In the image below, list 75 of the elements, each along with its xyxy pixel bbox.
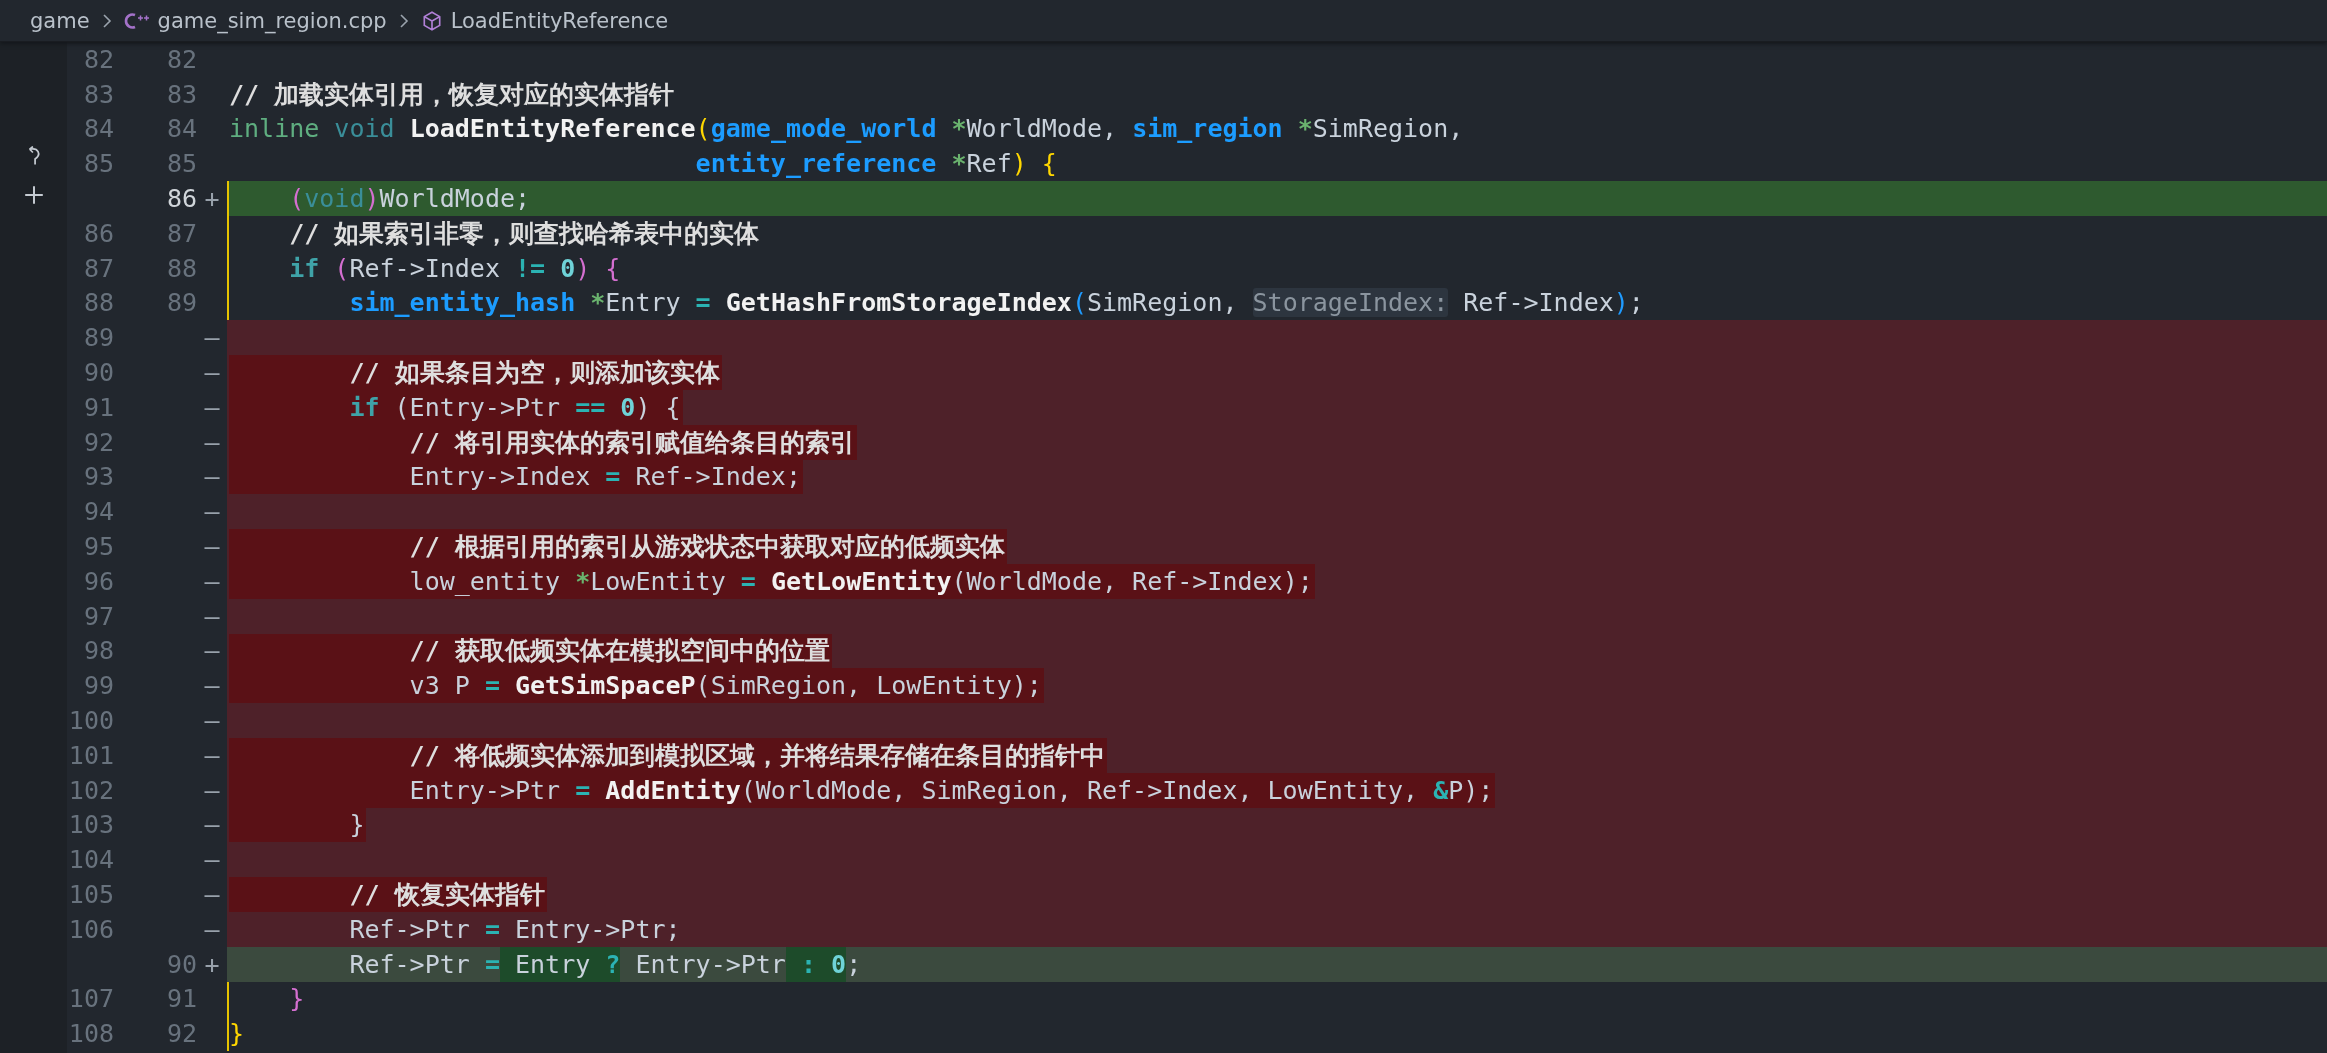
line-number: 93 [82, 461, 114, 494]
diff-marker: — [203, 357, 221, 390]
line-number: 90 [165, 948, 197, 981]
line-number: 102 [67, 774, 114, 807]
chevron-right-icon [398, 12, 409, 29]
line-number: 85 [82, 148, 114, 181]
diff-marker: — [203, 774, 221, 807]
breadcrumb-item[interactable]: LoadEntityReference [450, 8, 669, 33]
code-line: // 加载实体引用，恢复对应的实体指针 [229, 78, 676, 111]
diff-marker: — [203, 531, 221, 564]
code-line: if (Ref->Index != 0) { [288, 252, 622, 285]
line-number: 103 [67, 809, 114, 842]
line-number: 84 [165, 113, 197, 146]
cube-icon [420, 9, 443, 32]
diff-marker: — [203, 913, 221, 946]
diff-marker: — [203, 635, 221, 668]
diff-marker: — [203, 565, 221, 598]
line-number: 101 [67, 739, 114, 772]
line-number: 91 [82, 391, 114, 424]
code-line: Ref->Ptr = Entry->Ptr; [348, 913, 682, 946]
line-number: 87 [82, 252, 114, 285]
diff-marker: — [203, 670, 221, 703]
chevron-right-icon [101, 12, 112, 29]
line-number: 91 [165, 983, 197, 1016]
breadcrumb-item[interactable]: game_sim_region.cpp [157, 8, 387, 33]
line-number: 107 [67, 983, 114, 1016]
line-number: 87 [165, 217, 197, 250]
code-line: sim_entity_hash *Entry = GetHashFromStorageIndex(SimRegion, StorageIndex: Ref->Index); [348, 287, 1645, 320]
line-number: 90 [82, 357, 114, 390]
diff-marker: + [203, 183, 221, 216]
line-number: 92 [82, 426, 114, 459]
code-line: } [229, 1018, 246, 1051]
line-number: 84 [82, 113, 114, 146]
line-number: 96 [82, 565, 114, 598]
code-line: Ref->Ptr = Entry ? Entry->Ptr : 0; [229, 946, 864, 982]
diff-marker: — [203, 496, 221, 529]
diff-marker: — [203, 879, 221, 911]
line-number: 100 [67, 705, 114, 738]
file-icon [123, 10, 150, 31]
line-number: 108 [67, 1018, 114, 1051]
line-number: 86 [165, 183, 197, 216]
line-number: 99 [82, 670, 114, 703]
line-number: 104 [67, 844, 114, 877]
line-number: 89 [165, 287, 197, 320]
diff-marker: — [203, 461, 221, 494]
diff-marker: — [203, 391, 221, 424]
line-number: 95 [82, 531, 114, 564]
line-number: 88 [82, 287, 114, 320]
diff-marker: — [203, 705, 221, 738]
line-number: 85 [165, 148, 197, 181]
code-line: } [288, 983, 306, 1016]
line-number: 97 [82, 600, 114, 633]
line-number: 83 [82, 78, 114, 111]
breadcrumb-item[interactable]: game [30, 8, 90, 33]
diff-marker: — [203, 322, 221, 355]
diff-marker: — [203, 600, 221, 633]
line-number: 86 [82, 217, 114, 250]
line-number: 92 [165, 1018, 197, 1051]
code-line: inline void LoadEntityReference(game_mode_world *WorldMode, sim_region *SimRegion, [229, 113, 1465, 146]
line-number: 106 [67, 913, 114, 946]
line-number: 94 [82, 496, 114, 529]
line-number: 83 [165, 78, 197, 111]
line-number: 89 [82, 322, 114, 355]
line-number: 105 [67, 879, 114, 911]
diff-marker: + [203, 948, 221, 981]
diff-marker: — [203, 426, 221, 459]
line-number: 82 [82, 43, 114, 76]
diff-marker: — [203, 844, 221, 877]
code-line: entity_reference *Ref) { [694, 148, 1058, 181]
line-number: 98 [82, 635, 114, 668]
diff-marker: — [203, 739, 221, 772]
line-number: 82 [165, 43, 197, 76]
code-line: // 如果索引非零，则查找哈希表中的实体 [288, 217, 761, 250]
line-number: 88 [165, 252, 197, 285]
diff-marker: — [203, 809, 221, 842]
